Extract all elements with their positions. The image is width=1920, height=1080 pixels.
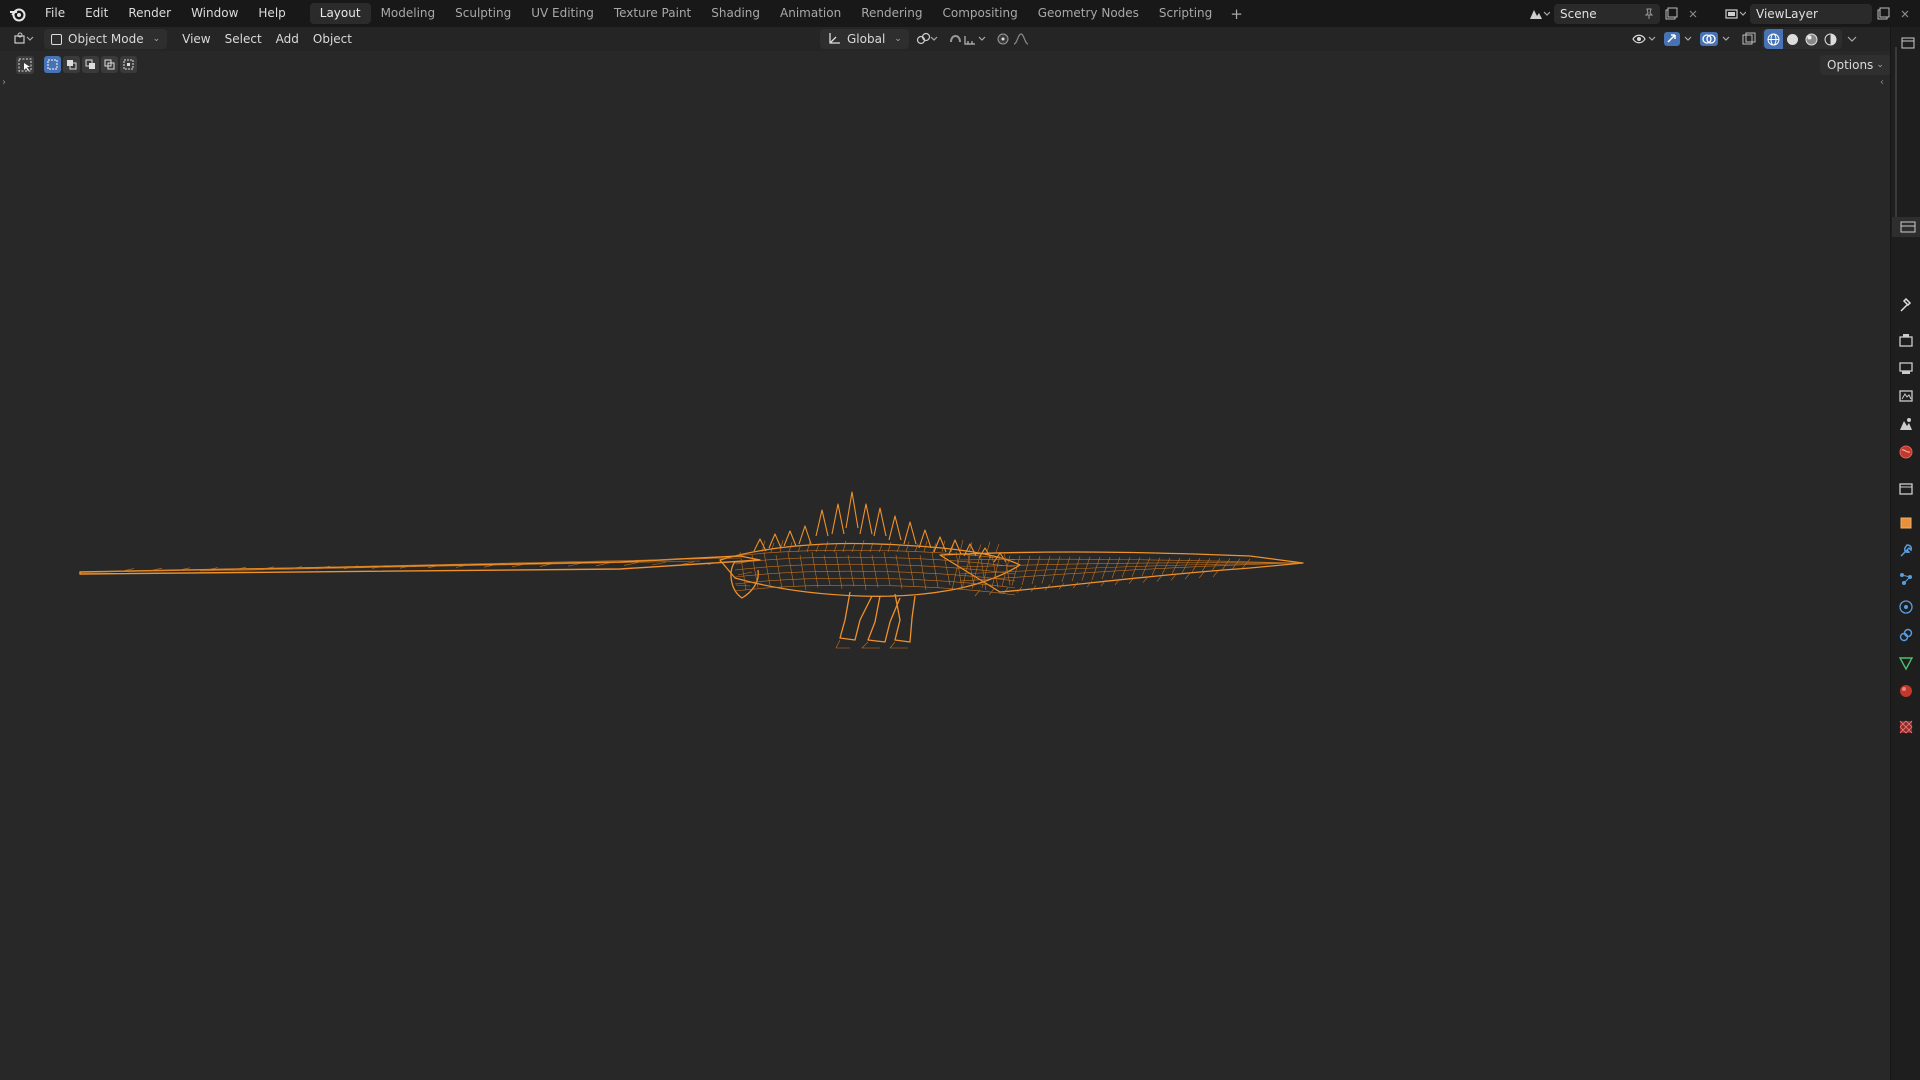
texture-icon[interactable] (1898, 719, 1914, 735)
shading-rendered-icon[interactable] (1821, 29, 1840, 49)
view-layer-selector: ViewLayer (1720, 3, 1916, 24)
selection-mode-buttons (44, 56, 137, 73)
gizmo-icon[interactable] (1662, 29, 1696, 49)
options-label: Options (1827, 58, 1874, 72)
scene-selector: Scene (1524, 3, 1704, 24)
tab-uv-editing[interactable]: UV Editing (521, 3, 604, 24)
proportional-edit-icon[interactable] (995, 29, 1037, 49)
chevron-down-icon: ⌄ (1876, 60, 1884, 70)
tab-scripting[interactable]: Scripting (1149, 3, 1222, 24)
shading-solid-icon[interactable] (1783, 29, 1802, 49)
new-scene-icon[interactable] (1660, 4, 1682, 24)
properties-tab-strip (1890, 27, 1920, 1080)
blender-logo-icon[interactable] (7, 3, 29, 25)
chevron-down-icon: ⌄ (152, 34, 161, 44)
tab-modeling[interactable]: Modeling (371, 3, 446, 24)
menu-window[interactable]: Window (181, 0, 248, 27)
view-layer-icon[interactable] (1898, 388, 1914, 404)
shading-options-icon[interactable] (1844, 29, 1860, 49)
shading-mode-group (1762, 29, 1842, 49)
options-dropdown[interactable]: Options ⌄ (1820, 55, 1891, 75)
select-difference-icon[interactable] (101, 56, 118, 73)
view-layer-browse-icon[interactable] (1720, 4, 1750, 24)
object-mode-label: Object Mode (68, 32, 144, 46)
transform-controls: Global ⌄ (820, 29, 1037, 49)
pivot-icon[interactable] (913, 29, 943, 49)
add-workspace-button[interactable]: + (1222, 5, 1251, 23)
object-mode-icon (51, 33, 62, 45)
tab-rendering[interactable]: Rendering (851, 3, 932, 24)
view-layer-name-field[interactable]: ViewLayer (1750, 3, 1872, 24)
select-intersect-icon[interactable] (120, 56, 137, 73)
outliner-toggle-icon[interactable] (1895, 35, 1917, 51)
tool-icon[interactable] (1898, 297, 1914, 313)
tab-animation[interactable]: Animation (770, 3, 851, 24)
shading-wireframe-icon[interactable] (1764, 29, 1783, 49)
physics-icon[interactable] (1898, 599, 1914, 615)
object-properties-icon[interactable] (1898, 515, 1914, 531)
particles-icon[interactable] (1898, 571, 1914, 587)
menu-file[interactable]: File (35, 0, 75, 27)
new-view-layer-icon[interactable] (1872, 4, 1894, 24)
world-icon[interactable] (1898, 444, 1914, 460)
select-extend-icon[interactable] (63, 56, 80, 73)
area-scrollbar[interactable] (1895, 47, 1897, 227)
modifier-icon[interactable] (1898, 543, 1914, 559)
tab-layout[interactable]: Layout (309, 3, 371, 24)
transform-orientation-dropdown[interactable]: Global ⌄ (820, 29, 909, 49)
viewport-display-controls (1630, 29, 1860, 49)
object-mode-dropdown[interactable]: Object Mode ⌄ (44, 29, 168, 49)
data-icon[interactable] (1898, 655, 1914, 671)
select-new-icon[interactable] (44, 56, 61, 73)
select-box-tool-icon[interactable] (16, 56, 34, 74)
3d-viewport[interactable]: › ‹ (0, 51, 1890, 1080)
top-bar: File Edit Render Window Help Layout Mode… (0, 0, 1920, 27)
scene-name: Scene (1560, 6, 1597, 21)
transform-orientation-label: Global (847, 32, 886, 46)
tab-geometry-nodes[interactable]: Geometry Nodes (1028, 3, 1149, 24)
menu-add[interactable]: Add (269, 29, 306, 49)
sidebar-expand-icon[interactable]: ‹ (1880, 77, 1884, 88)
delete-view-layer-icon[interactable] (1894, 4, 1916, 24)
menu-help[interactable]: Help (248, 0, 295, 27)
scene-icon[interactable] (1898, 416, 1914, 432)
shading-material-icon[interactable] (1802, 29, 1821, 49)
output-properties-icon[interactable] (1898, 360, 1914, 376)
scene-browse-icon[interactable] (1524, 4, 1554, 24)
menu-select[interactable]: Select (218, 29, 269, 49)
menu-object[interactable]: Object (306, 29, 359, 49)
toolbar-expand-icon[interactable]: › (2, 77, 6, 88)
material-icon[interactable] (1898, 683, 1914, 699)
tab-shading[interactable]: Shading (701, 3, 770, 24)
pin-icon[interactable] (1638, 4, 1660, 24)
properties-header (1892, 217, 1920, 237)
menu-view[interactable]: View (175, 29, 217, 49)
menu-render[interactable]: Render (118, 0, 181, 27)
editor-type-icon[interactable] (10, 29, 40, 49)
viewport-header: Object Mode ⌄ View Select Add Object Glo… (0, 27, 1890, 51)
tab-compositing[interactable]: Compositing (932, 3, 1027, 24)
menu-edit[interactable]: Edit (75, 0, 118, 27)
wireframe-creature-mesh[interactable] (0, 51, 1890, 1080)
xray-icon[interactable] (1738, 29, 1760, 49)
select-subtract-icon[interactable] (82, 56, 99, 73)
constraints-icon[interactable] (1898, 627, 1914, 643)
chevron-down-icon: ⌄ (894, 34, 902, 44)
transform-orientation-icon (829, 33, 840, 44)
overlay-icon[interactable] (1698, 29, 1736, 49)
collection-icon[interactable] (1898, 480, 1914, 496)
tab-texture-paint[interactable]: Texture Paint (604, 3, 701, 24)
visibility-icon[interactable] (1630, 29, 1660, 49)
tab-sculpting[interactable]: Sculpting (445, 3, 521, 24)
view-layer-name: ViewLayer (1756, 6, 1818, 21)
snap-icon[interactable] (947, 29, 991, 49)
workspace-tabs: Layout Modeling Sculpting UV Editing Tex… (309, 0, 1251, 27)
render-properties-icon[interactable] (1898, 332, 1914, 348)
delete-scene-icon[interactable] (1682, 4, 1704, 24)
